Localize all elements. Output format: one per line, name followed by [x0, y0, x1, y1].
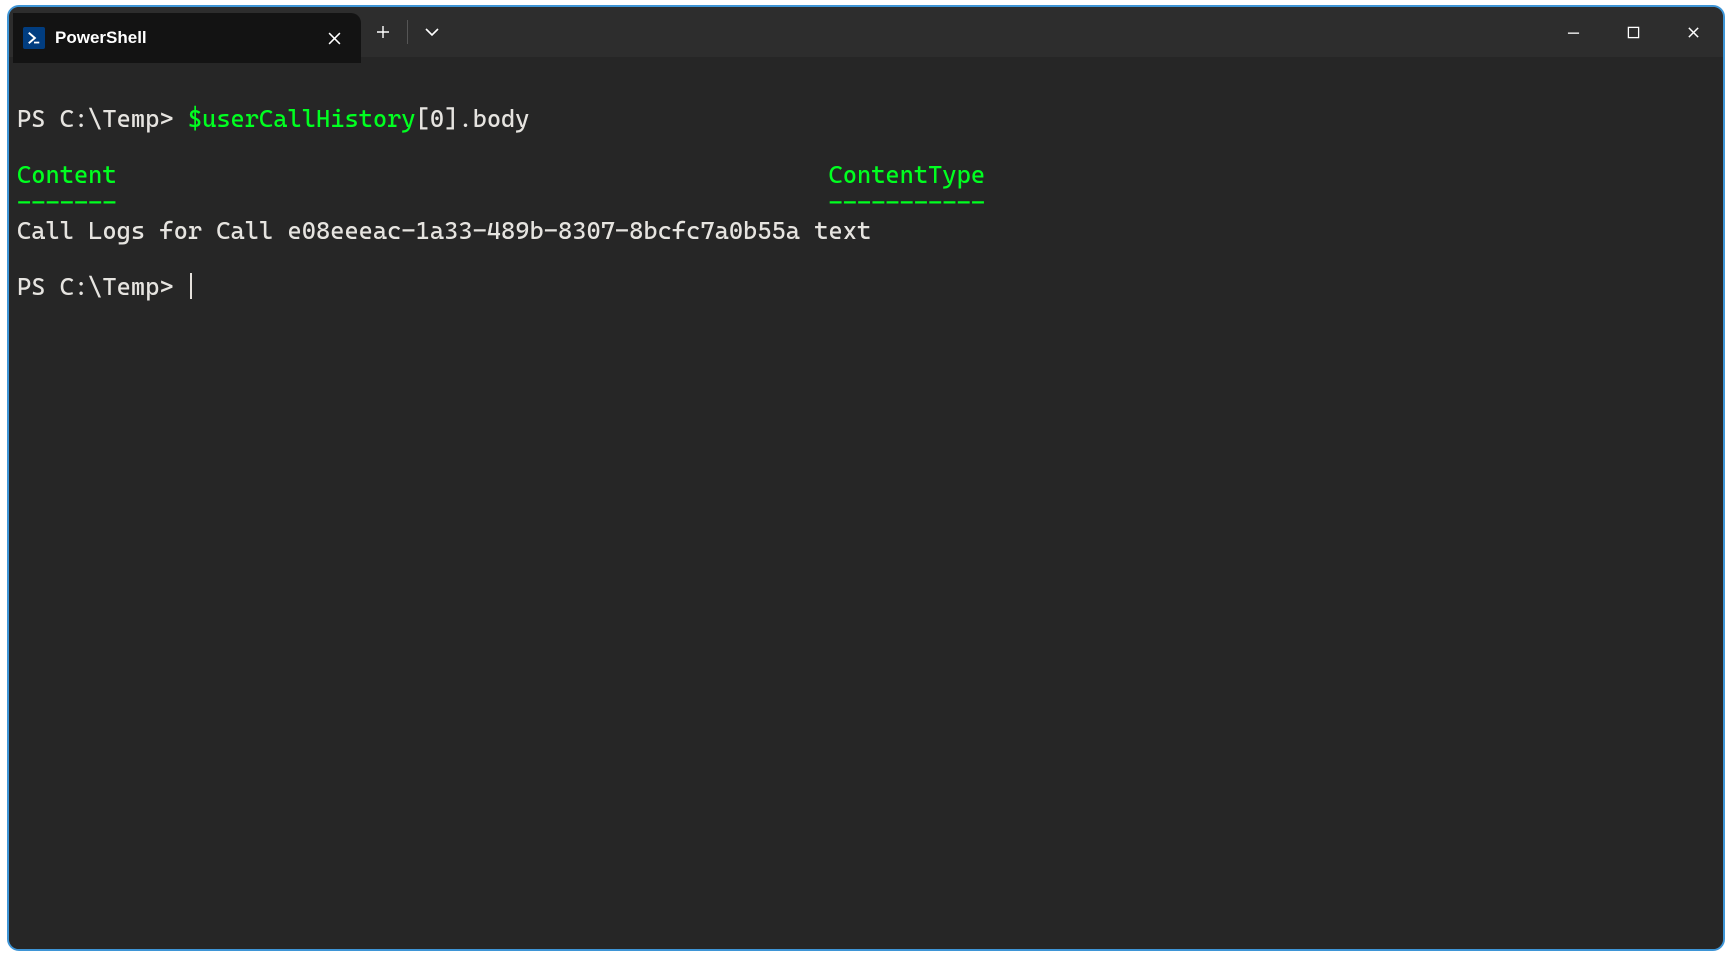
tab-title: PowerShell	[55, 28, 319, 48]
maximize-icon	[1627, 26, 1640, 39]
window-controls	[1543, 7, 1723, 57]
table-underline-row: ------- -----------	[17, 188, 985, 217]
tab-menu-button[interactable]	[410, 7, 454, 57]
col-underline-contenttype: -----------	[828, 188, 985, 217]
titlebar[interactable]: PowerShell	[9, 7, 1723, 57]
powershell-icon	[23, 27, 45, 49]
terminal-window: PowerShell PS C:\Temp> $userCallHistory[…	[7, 5, 1725, 951]
cell-content: Call Logs for Call e08eeeac-1a33-489b-83…	[17, 216, 800, 245]
tab-powershell[interactable]: PowerShell	[13, 13, 361, 63]
col-header-content: Content	[17, 160, 117, 189]
close-icon	[1687, 26, 1700, 39]
table-row: Call Logs for Call e08eeeac-1a33-489b-83…	[17, 216, 871, 245]
plus-icon	[376, 25, 390, 39]
text-cursor	[190, 273, 192, 299]
col-underline-content: -------	[17, 188, 117, 217]
new-tab-button[interactable]	[361, 7, 405, 57]
close-window-button[interactable]	[1663, 7, 1723, 57]
col-header-contenttype: ContentType	[828, 160, 985, 189]
line-command: PS C:\Temp> $userCallHistory[0].body	[17, 104, 530, 133]
ps-index-accessor: [0].body	[416, 104, 530, 133]
prompt-prefix: PS C:\Temp>	[17, 104, 188, 133]
terminal-body[interactable]: PS C:\Temp> $userCallHistory[0].body Con…	[9, 57, 1723, 949]
maximize-button[interactable]	[1603, 7, 1663, 57]
tab-close-button[interactable]	[319, 23, 349, 53]
chevron-down-icon	[425, 27, 439, 37]
prompt-prefix: PS C:\Temp>	[17, 272, 188, 301]
close-icon	[328, 32, 341, 45]
minimize-button[interactable]	[1543, 7, 1603, 57]
minimize-icon	[1567, 26, 1580, 39]
line-prompt: PS C:\Temp>	[17, 272, 192, 301]
cell-contenttype: text	[814, 216, 871, 245]
ps-variable: $userCallHistory	[188, 104, 416, 133]
titlebar-divider	[407, 20, 408, 44]
table-header-row: Content ContentType	[17, 160, 985, 189]
